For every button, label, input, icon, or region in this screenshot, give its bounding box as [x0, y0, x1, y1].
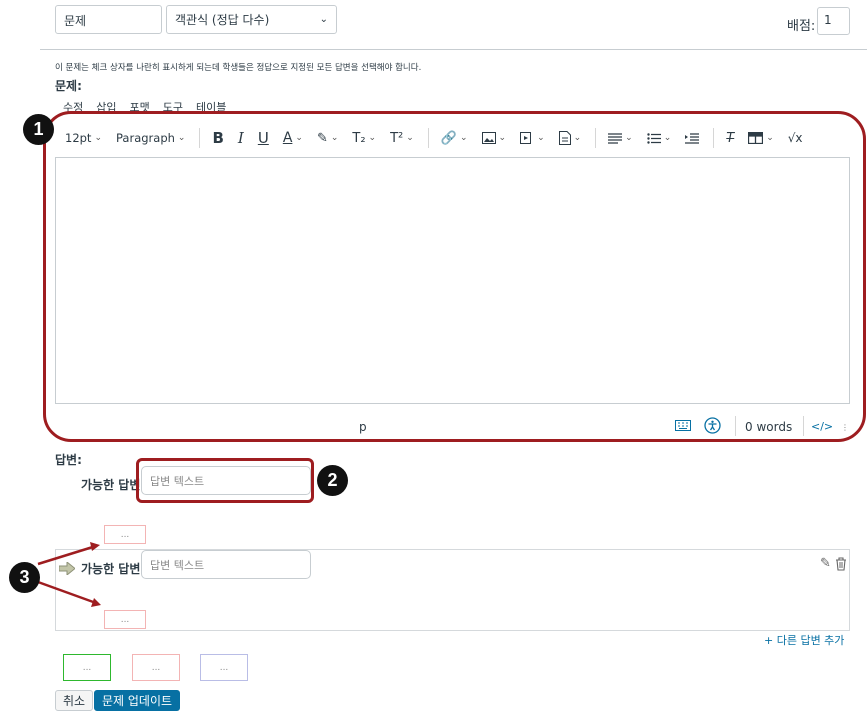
question-title-input[interactable]: 문제: [55, 5, 162, 34]
points-input[interactable]: 1: [817, 7, 850, 35]
question-type-select[interactable]: 객관식 (정답 다수) ⌄: [166, 5, 337, 34]
comment-neutral-flag[interactable]: ...: [200, 654, 248, 681]
answer-comment-placeholder-bottom[interactable]: ...: [104, 610, 146, 629]
callout-badge-2: 2: [317, 465, 348, 496]
callout-highlight-answer: [136, 458, 314, 503]
callout-badge-1: 1: [23, 114, 54, 145]
chevron-down-icon: ⌄: [319, 14, 328, 25]
divider: [40, 49, 867, 50]
points-label: 배점:: [787, 19, 816, 34]
comment-correct-flag[interactable]: ...: [63, 654, 111, 681]
callout-highlight-editor: [43, 111, 866, 442]
trash-icon: [836, 557, 846, 571]
add-another-answer-link[interactable]: + 다른 답변 추가: [764, 632, 844, 648]
answer-text-input[interactable]: 답변 텍스트: [141, 550, 311, 579]
possible-answer-label: 가능한 답변: [81, 478, 141, 492]
delete-answer-button[interactable]: [835, 556, 847, 575]
question-label: 문제:: [55, 79, 82, 93]
cancel-button[interactable]: 취소: [55, 690, 94, 711]
comment-incorrect-flag[interactable]: ...: [132, 654, 180, 681]
answer-comment-placeholder-top[interactable]: ...: [104, 525, 146, 544]
question-type-instructions: 이 문제는 체크 상자를 나란히 표시하게 되는데 학생들은 정답으로 지정된 …: [55, 63, 422, 73]
callout-badge-3: 3: [9, 562, 40, 593]
update-question-button[interactable]: 문제 업데이트: [94, 690, 181, 711]
edit-answer-pencil-icon[interactable]: ✎: [820, 556, 831, 571]
answers-label: 답변:: [55, 453, 82, 467]
